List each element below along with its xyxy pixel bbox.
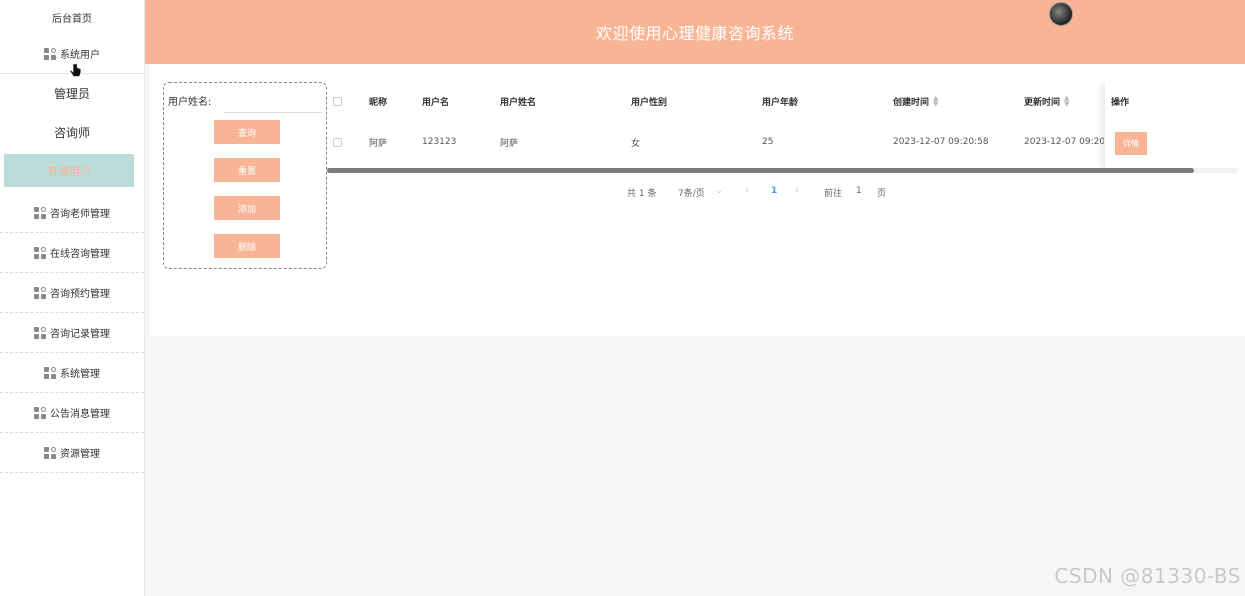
table-row: 阿萨 123123 阿萨 女 25 2023-12-07 09:20:58 20… bbox=[327, 122, 1237, 162]
delete-button[interactable]: 删除 bbox=[214, 234, 280, 258]
sidebar-menu-label: 咨询预约管理 bbox=[50, 289, 110, 300]
sidebar-menu-counselor-teachers[interactable]: 咨询老师管理 bbox=[0, 193, 144, 233]
sidebar-menu-label: 系统用户 bbox=[60, 50, 100, 61]
horizontal-scrollbar[interactable] bbox=[327, 168, 1237, 173]
apps-icon bbox=[34, 326, 46, 339]
search-label: 用户姓名: bbox=[168, 97, 212, 108]
detail-button[interactable]: 详情 bbox=[1115, 132, 1147, 155]
chevron-down-icon[interactable]: ⌄ bbox=[716, 186, 723, 195]
select-all-checkbox[interactable] bbox=[333, 96, 342, 106]
goto-page-input[interactable]: 1 bbox=[856, 186, 862, 196]
cell-created: 2023-12-07 09:20:58 bbox=[893, 137, 989, 147]
page-size-select[interactable]: 7条/页 bbox=[678, 186, 705, 199]
apps-icon bbox=[44, 47, 56, 60]
prev-page-icon[interactable]: ‹ bbox=[745, 186, 749, 196]
sidebar: 后台首页 系统用户 管理员 咨询师 普通用户 咨询老师管理 在线咨询管理 咨询预… bbox=[0, 0, 145, 596]
cell-nickname: 阿萨 bbox=[369, 138, 388, 149]
top-header: 欢迎使用心理健康咨询系统 bbox=[145, 0, 1245, 64]
column-header-sortable[interactable]: 更新时间 ▲ ▼ bbox=[1024, 82, 1069, 120]
column-header: 昵称 bbox=[369, 97, 388, 108]
goto-label: 前往 bbox=[824, 189, 843, 199]
next-page-icon[interactable]: › bbox=[795, 186, 799, 196]
apps-icon bbox=[44, 366, 56, 379]
column-header: 用户名 bbox=[422, 97, 450, 108]
sidebar-item-regular-user[interactable]: 普通用户 bbox=[4, 154, 134, 187]
column-header: 用户年龄 bbox=[762, 97, 799, 108]
action-column: 操作 详情 bbox=[1104, 82, 1237, 168]
user-table: 昵称 用户名 用户姓名 用户性别 用户年龄 创建时间 ▲ ▼ 更新时间 ▲ ▼ 阿萨 1… bbox=[327, 82, 1237, 174]
sidebar-item-counselor[interactable]: 咨询师 bbox=[0, 113, 144, 152]
apps-icon bbox=[34, 406, 46, 419]
sidebar-menu-resources[interactable]: 资源管理 bbox=[0, 433, 144, 473]
column-header: 操作 bbox=[1111, 97, 1130, 108]
sidebar-menu-label: 咨询记录管理 bbox=[50, 329, 110, 340]
sidebar-menu-label: 咨询老师管理 bbox=[50, 209, 110, 220]
watermark: CSDN @81330-BS bbox=[1054, 564, 1241, 588]
sidebar-menu-appointments[interactable]: 咨询预约管理 bbox=[0, 273, 144, 313]
reset-button[interactable]: 重置 bbox=[214, 158, 280, 182]
sidebar-menu-announcements[interactable]: 公告消息管理 bbox=[0, 393, 144, 433]
avatar[interactable] bbox=[1049, 2, 1073, 26]
column-header-sortable[interactable]: 创建时间 ▲ ▼ bbox=[893, 82, 938, 120]
column-header: 用户性别 bbox=[631, 97, 668, 108]
column-header-label: 更新时间 bbox=[1024, 97, 1061, 108]
apps-icon bbox=[44, 446, 56, 459]
cell-name: 阿萨 bbox=[500, 138, 519, 149]
pagination-total: 共 1 条 bbox=[627, 189, 657, 199]
page-suffix-label: 页 bbox=[877, 189, 887, 199]
hand-cursor-icon bbox=[70, 63, 82, 77]
search-panel: 用户姓名: 查询 重置 添加 删除 bbox=[163, 82, 327, 269]
sidebar-menu-label: 资源管理 bbox=[60, 449, 100, 460]
sidebar-menu-label: 系统管理 bbox=[60, 369, 100, 380]
sort-icon[interactable]: ▲ ▼ bbox=[1064, 95, 1069, 108]
row-checkbox[interactable] bbox=[333, 137, 342, 147]
add-button[interactable]: 添加 bbox=[214, 196, 280, 220]
sidebar-menu-label: 公告消息管理 bbox=[50, 409, 110, 420]
sort-icon[interactable]: ▲ ▼ bbox=[933, 95, 938, 108]
apps-icon bbox=[34, 286, 46, 299]
column-header-label: 创建时间 bbox=[893, 97, 930, 108]
query-button[interactable]: 查询 bbox=[214, 120, 280, 144]
cell-updated: 2023-12-07 09:20:5 bbox=[1024, 137, 1114, 147]
table-header: 昵称 用户名 用户姓名 用户性别 用户年龄 创建时间 ▲ ▼ 更新时间 ▲ ▼ bbox=[327, 82, 1237, 120]
sidebar-menu-system[interactable]: 系统管理 bbox=[0, 353, 144, 393]
sidebar-menu-label: 在线咨询管理 bbox=[50, 249, 110, 260]
scrollbar-thumb[interactable] bbox=[327, 168, 1194, 173]
column-header: 用户姓名 bbox=[500, 97, 537, 108]
cell-age: 25 bbox=[762, 137, 774, 147]
sidebar-item-home[interactable]: 后台首页 bbox=[0, 0, 144, 34]
apps-icon bbox=[34, 246, 46, 259]
sidebar-menu-records[interactable]: 咨询记录管理 bbox=[0, 313, 144, 353]
main-content: 用户姓名: 查询 重置 添加 删除 昵称 用户名 用户姓名 用户性别 用户年龄 … bbox=[150, 64, 1245, 336]
cell-gender: 女 bbox=[631, 138, 641, 149]
apps-icon bbox=[34, 206, 46, 219]
sidebar-menu-online-consult[interactable]: 在线咨询管理 bbox=[0, 233, 144, 273]
cell-username: 123123 bbox=[422, 137, 457, 147]
sidebar-item-admin[interactable]: 管理员 bbox=[0, 74, 144, 113]
page-title: 欢迎使用心理健康咨询系统 bbox=[595, 24, 794, 43]
user-name-input[interactable] bbox=[224, 91, 322, 113]
page-number-current[interactable]: 1 bbox=[771, 186, 777, 196]
